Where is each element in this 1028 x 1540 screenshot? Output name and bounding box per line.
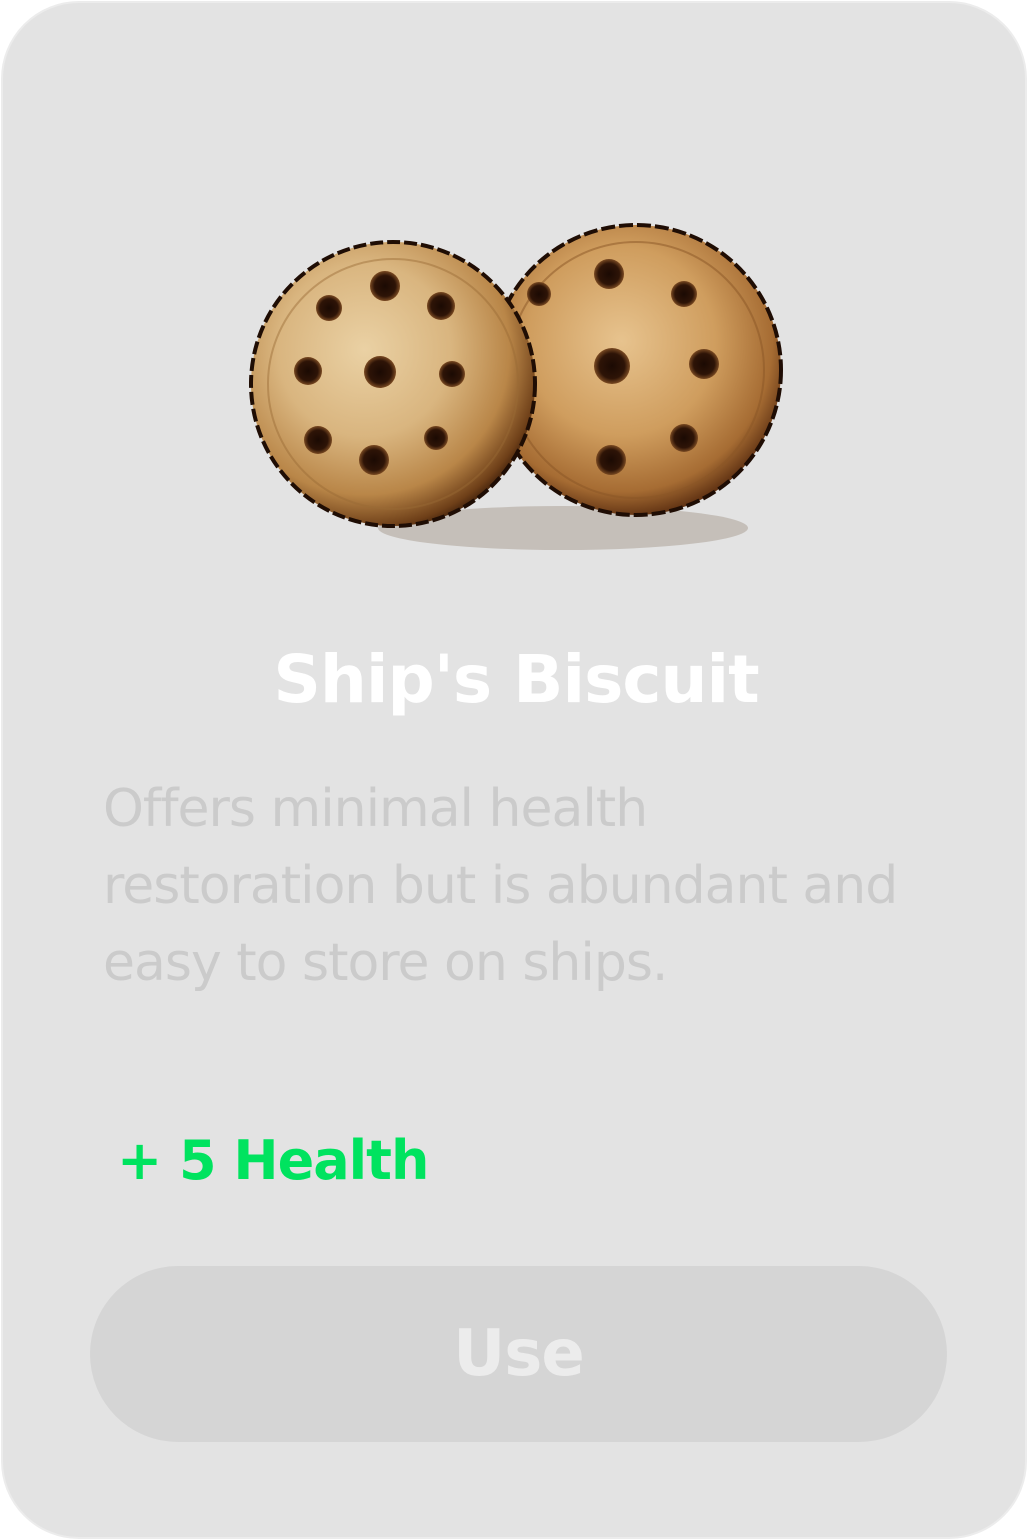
ships-biscuit-icon [249,223,783,550]
item-title: Ship's Biscuit [273,641,759,718]
health-effect: + 5 Health [117,1129,429,1192]
use-button-label: Use [453,1317,584,1391]
use-button[interactable]: Use [90,1266,947,1442]
item-card: Ship's Biscuit Offers minimal health res… [1,1,1027,1539]
item-description: Offers minimal health restoration but is… [103,779,898,993]
